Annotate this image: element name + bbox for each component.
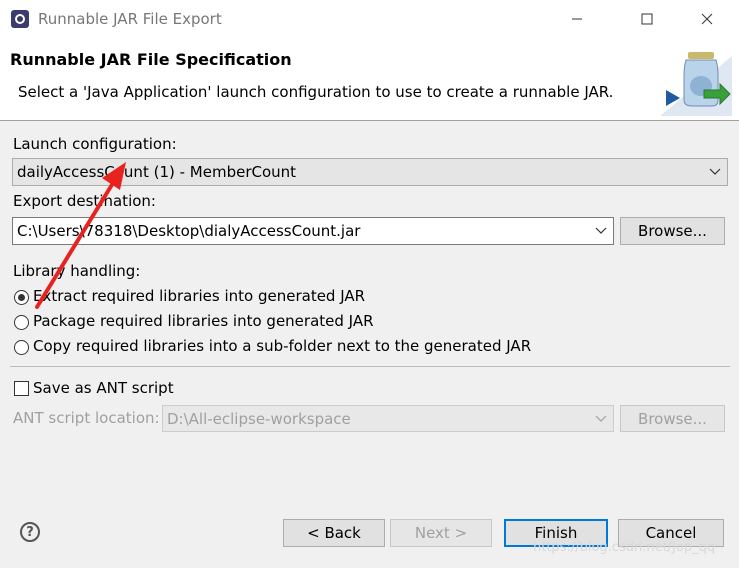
window-title: Runnable JAR File Export	[38, 10, 222, 28]
launch-config-label: Launch configuration:	[13, 135, 177, 153]
watermark: https://blog.csdn.net/Jop_qq	[533, 540, 716, 555]
export-destination-field[interactable]: C:\Users\78318\Desktop\dialyAccessCount.…	[12, 217, 614, 245]
chevron-down-icon	[595, 227, 607, 234]
export-destination-label: Export destination:	[13, 192, 156, 210]
extract-libraries-radio[interactable]	[14, 290, 29, 305]
close-icon	[701, 13, 713, 25]
ant-location-combo[interactable]: D:\All-eclipse-workspace	[162, 405, 614, 432]
copy-libraries-label: Copy required libraries into a sub-folde…	[33, 337, 532, 355]
package-libraries-radio[interactable]	[14, 315, 29, 330]
page-description: Select a 'Java Application' launch confi…	[18, 83, 614, 101]
package-libraries-label: Package required libraries into generate…	[33, 312, 374, 330]
save-ant-checkbox[interactable]	[14, 381, 29, 396]
minimize-icon	[572, 18, 582, 20]
launch-config-value: dailyAccessCount (1) - MemberCount	[17, 163, 297, 181]
ant-location-value: D:\All-eclipse-workspace	[167, 410, 351, 428]
title-bar: Runnable JAR File Export	[0, 0, 739, 39]
page-title: Runnable JAR File Specification	[10, 50, 292, 69]
maximize-button[interactable]	[624, 0, 670, 38]
back-button[interactable]: < Back	[283, 519, 385, 547]
export-browse-button[interactable]: Browse...	[620, 217, 725, 245]
ant-location-label: ANT script location:	[13, 409, 160, 427]
close-button[interactable]	[684, 0, 730, 38]
eclipse-icon	[11, 10, 29, 28]
minimize-button[interactable]	[554, 0, 600, 38]
chevron-down-icon	[595, 415, 607, 422]
extract-libraries-label: Extract required libraries into generate…	[33, 287, 366, 305]
maximize-icon	[641, 13, 653, 25]
library-handling-label: Library handling:	[13, 262, 141, 280]
next-button[interactable]: Next >	[390, 519, 492, 547]
help-icon[interactable]: ?	[20, 522, 40, 542]
chevron-down-icon	[709, 168, 721, 175]
save-ant-label: Save as ANT script	[33, 379, 174, 397]
separator	[10, 366, 730, 367]
launch-config-combo[interactable]: dailyAccessCount (1) - MemberCount	[12, 158, 728, 186]
wizard-header: Runnable JAR File Specification Select a…	[0, 38, 739, 121]
jar-export-icon	[660, 52, 732, 116]
ant-browse-button[interactable]: Browse...	[620, 405, 725, 432]
copy-libraries-radio[interactable]	[14, 340, 29, 355]
export-destination-value: C:\Users\78318\Desktop\dialyAccessCount.…	[17, 222, 361, 240]
